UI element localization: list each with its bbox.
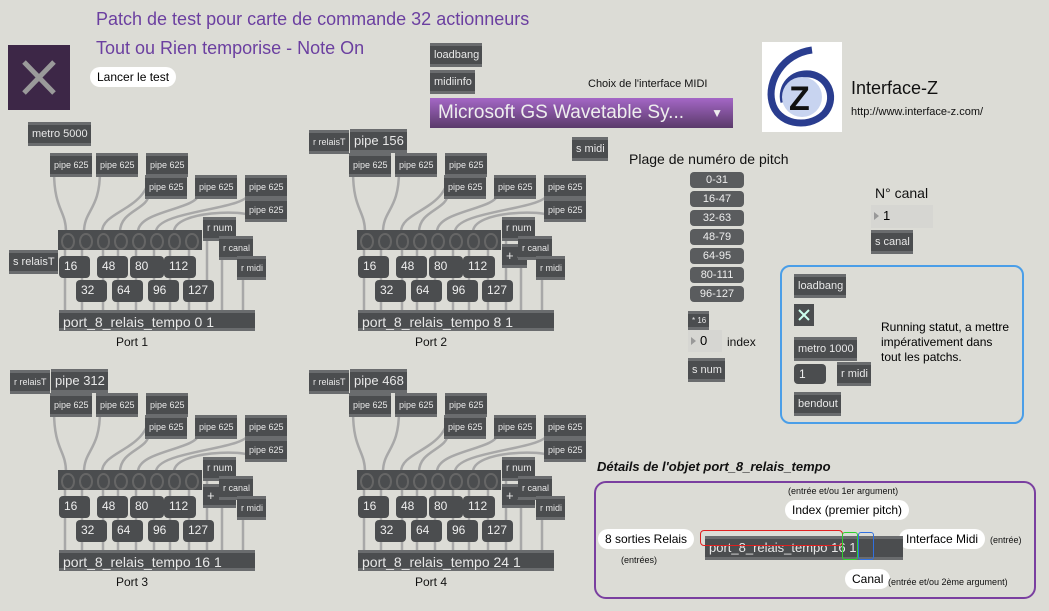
pitch-range-button[interactable]: 32-63	[690, 210, 744, 226]
message-box[interactable]: 127	[482, 520, 513, 542]
relay-toggle[interactable]	[377, 473, 392, 490]
running-r-midi[interactable]: r midi	[837, 362, 871, 386]
running-message[interactable]: 1	[794, 364, 826, 384]
running-toggle[interactable]	[794, 304, 814, 326]
pitch-range-label: Plage de numéro de pitch	[629, 151, 789, 167]
bendout-object[interactable]: bendout	[794, 392, 841, 416]
running-status-comment: Running statut, a mettre impérativement …	[881, 320, 1010, 364]
pipe-625-object[interactable]: pipe 625	[544, 438, 586, 462]
index-highlight	[842, 532, 858, 560]
pipe-delay-object[interactable]: pipe 468	[350, 369, 407, 393]
relay-toggle[interactable]	[413, 473, 427, 490]
relay-toggle[interactable]	[431, 473, 445, 490]
pitch-range-button[interactable]: 96-127	[690, 286, 744, 302]
pitch-range-button[interactable]: 0-31	[690, 172, 744, 188]
multiply-object[interactable]: * 16	[688, 311, 710, 330]
index-label: index	[727, 335, 756, 349]
pipe-625-object[interactable]: pipe 625	[444, 415, 486, 439]
running-loadbang[interactable]: loadbang	[794, 274, 847, 298]
pitch-range-button[interactable]: 48-79	[690, 229, 744, 245]
message-box[interactable]: 112	[463, 496, 495, 518]
arg2-hint: (entrée et/ou 2ème argument)	[888, 577, 1008, 587]
pitch-range-button[interactable]: 80-111	[690, 267, 744, 283]
arg1-hint: (entrée et/ou 1er argument)	[788, 486, 899, 496]
outputs-hint: (entrées)	[621, 555, 658, 565]
r-midi-object[interactable]: r midi	[536, 496, 565, 520]
channel-number-box[interactable]: 1	[871, 205, 933, 228]
message-box[interactable]: 16	[358, 496, 389, 518]
message-box[interactable]: 48	[396, 496, 427, 518]
relay-toggle[interactable]	[395, 473, 410, 490]
midi-bubble: Interface Midi	[899, 529, 986, 549]
r-relaist-object[interactable]: r relaisT	[309, 370, 349, 394]
pipe-625-object[interactable]: pipe 625	[445, 393, 487, 417]
canal-bubble: Canal	[845, 569, 891, 589]
s-canal-object[interactable]: s canal	[871, 230, 913, 254]
x-toggle-icon	[798, 309, 810, 321]
pipe-625-object[interactable]: pipe 625	[395, 393, 437, 417]
canal-highlight	[858, 532, 874, 560]
port-relais-object[interactable]: port_8_relais_tempo 24 1	[358, 550, 554, 571]
relay-toggle[interactable]	[448, 473, 463, 490]
s-num-object[interactable]: s num	[688, 358, 725, 382]
message-box[interactable]: 96	[447, 520, 478, 542]
port-label: Port 4	[415, 575, 448, 589]
relay-toggle-matrix[interactable]	[357, 470, 501, 490]
relay-toggle[interactable]	[484, 473, 498, 490]
pitch-range-button[interactable]: 16-47	[690, 191, 744, 207]
running-metro[interactable]: metro 1000	[794, 337, 857, 361]
pipe-625-object[interactable]: pipe 625	[494, 415, 536, 439]
relay-toggle[interactable]	[466, 473, 481, 490]
message-box[interactable]: 80	[429, 496, 463, 518]
message-box[interactable]: 32	[375, 520, 406, 542]
pitch-range-button[interactable]: 64-95	[690, 248, 744, 264]
index-bubble: Index (premier pitch)	[785, 500, 910, 520]
pipe-625-object[interactable]: pipe 625	[544, 415, 586, 439]
pipe-625-object[interactable]: pipe 625	[349, 393, 391, 417]
channel-label: N° canal	[875, 185, 929, 201]
details-heading: Détails de l'objet port_8_relais_tempo	[597, 459, 831, 474]
relay-toggle[interactable]	[360, 473, 374, 490]
outputs-highlight	[700, 530, 843, 546]
midi-hint: (entrée)	[990, 535, 1022, 545]
outputs-bubble: 8 sorties Relais	[598, 529, 695, 549]
message-box[interactable]: 64	[411, 520, 442, 542]
index-number-box[interactable]: 0	[688, 330, 722, 352]
